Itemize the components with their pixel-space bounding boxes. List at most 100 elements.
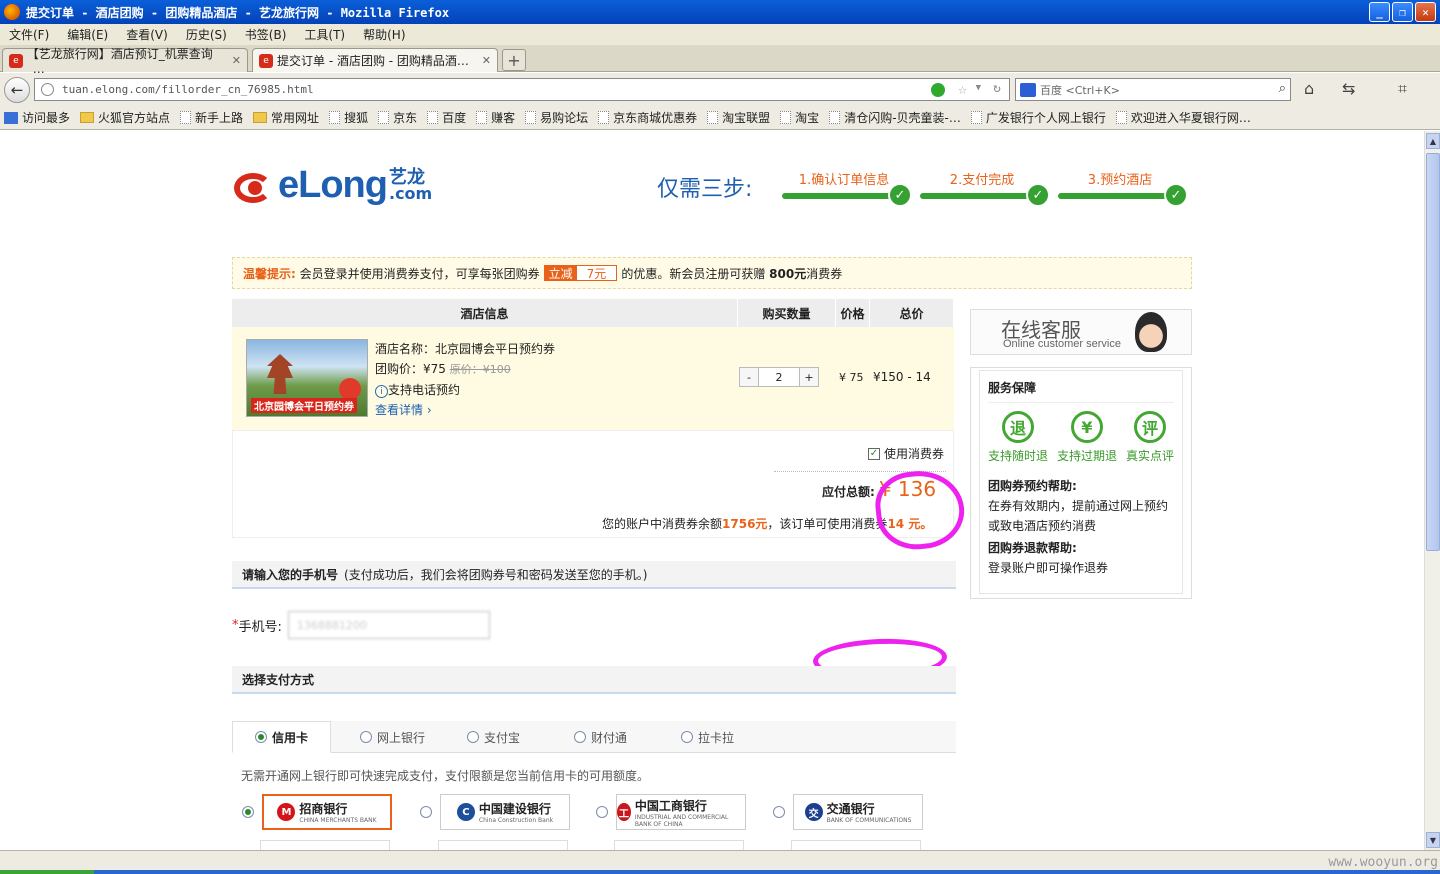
bank-option-ccb[interactable]: C 中国建设银行 China Construction Bank [420, 794, 570, 830]
balance-amount: 1756元 [722, 517, 768, 531]
tab-close-icon[interactable]: ✕ [232, 54, 241, 67]
close-button[interactable]: ✕ [1415, 2, 1436, 22]
checkbox-checked-icon[interactable]: ✓ [868, 447, 880, 460]
radio-icon[interactable] [467, 731, 479, 743]
reload-icon[interactable]: ↻ [993, 81, 1001, 96]
bookmark-item[interactable]: 淘宝 [776, 109, 825, 126]
use-coupon-checkbox[interactable]: ✓ 使用消费券 [868, 445, 944, 462]
crop-icon[interactable]: ⌗ [1398, 79, 1407, 99]
home-icon[interactable]: ⌂ [1304, 79, 1314, 98]
search-icon[interactable]: ⌕ [1279, 81, 1286, 96]
bank-logo-ccb[interactable]: C 中国建设银行 China Construction Bank [440, 794, 570, 830]
qty-plus-button[interactable]: + [799, 367, 819, 387]
tab-alipay[interactable]: 支付宝 [467, 721, 520, 753]
bank-option-bocom[interactable]: 交交通银行 BANK OF COMMUNICATIONS [773, 794, 923, 830]
elong-logo[interactable]: eLong 艺龙 .com [230, 164, 432, 207]
radio-icon[interactable] [360, 731, 372, 743]
bank-option-row2[interactable] [614, 840, 744, 850]
back-button[interactable]: ← [4, 77, 30, 103]
phone-section-note: (支付成功后，我们会将团购券号和密码发送至您的手机。) [344, 567, 648, 582]
scroll-up-icon[interactable]: ▲ [1426, 133, 1440, 149]
ccb-logo-icon: C [456, 803, 475, 821]
bookmark-label: 百度 [442, 111, 467, 125]
bank-option-row2[interactable] [438, 840, 568, 850]
bank-option-icbc[interactable]: 工中国工商银行 INDUSTRIAL AND COMMERCIAL BANK OF… [596, 794, 746, 830]
bookmark-item[interactable]: 访问最多 [0, 109, 76, 126]
tab-label: 拉卡拉 [698, 730, 735, 745]
use-coupon-label: 使用消费券 [884, 447, 945, 461]
vertical-scrollbar[interactable]: ▲ ▼ [1424, 131, 1440, 850]
step-label: 1.确认订单信息 [798, 173, 890, 188]
page-icon [180, 111, 192, 124]
bookmark-item[interactable]: 赚客 [472, 109, 521, 126]
bookmarks-bar: 访问最多 火狐官方站点 新手上路 常用网址 搜狐 京东 百度 赚客 易购论坛 京… [0, 106, 1440, 130]
balance-mid: ，该订单可使用消费券 [767, 517, 888, 531]
menu-file[interactable]: 文件(F) [0, 26, 58, 43]
bookmark-item[interactable]: 搜狐 [325, 109, 374, 126]
bank-logo-bocom[interactable]: 交交通银行 BANK OF COMMUNICATIONS [793, 794, 923, 830]
tab-credit-card[interactable]: 信用卡 [232, 721, 332, 753]
bookmark-item[interactable]: 常用网址 [249, 109, 325, 126]
new-tab-button[interactable]: + [502, 49, 526, 71]
url-text: tuan.elong.com/fillorder_cn_76985.html [62, 83, 314, 96]
bookmark-item[interactable]: 清仓闪购-贝壳童装-… [825, 109, 967, 126]
star-icon[interactable]: ☆ [958, 80, 967, 98]
radio-icon[interactable] [596, 806, 608, 818]
tab-tenpay[interactable]: 财付通 [574, 721, 627, 753]
bookmark-label: 淘宝 [795, 111, 820, 125]
bookmark-item[interactable]: 欢迎进入华夏银行网… [1112, 109, 1257, 126]
bookmark-item[interactable]: 京东商城优惠券 [594, 109, 703, 126]
qty-minus-button[interactable]: - [739, 367, 759, 387]
cmb-logo-icon: M [277, 803, 296, 821]
bank-name: 中国工商银行 [634, 798, 707, 813]
tab-label: 信用卡 [272, 730, 309, 745]
tab-close-icon[interactable]: ✕ [482, 54, 491, 67]
menu-bookmarks[interactable]: 书签(B) [236, 26, 296, 43]
bank-logo-icbc[interactable]: 工中国工商银行 INDUSTRIAL AND COMMERCIAL BANK OF… [616, 794, 746, 830]
menu-edit[interactable]: 编辑(E) [58, 26, 117, 43]
tab-lakala[interactable]: 拉卡拉 [681, 721, 734, 753]
tab-elong-home[interactable]: e 【艺龙旅行网】酒店预订_机票查询_… ✕ [2, 47, 248, 76]
bookmark-item[interactable]: 广发银行个人网上银行 [967, 109, 1112, 126]
voucher-image[interactable]: 北京园博会平日预约券 [246, 339, 368, 417]
radio-icon[interactable] [574, 731, 586, 743]
bank-logo-cmb[interactable]: M 招商银行 CHINA MERCHANTS BANK [262, 794, 392, 830]
scroll-thumb[interactable] [1426, 153, 1440, 551]
tab-online-bank[interactable]: 网上银行 [360, 721, 425, 753]
bank-option-row2[interactable] [791, 840, 921, 850]
bookmark-item[interactable]: 新手上路 [176, 109, 249, 126]
history-icon[interactable]: ⇆ [1342, 79, 1355, 98]
radio-icon[interactable] [420, 806, 432, 818]
bookmark-item[interactable]: 易购论坛 [521, 109, 594, 126]
radio-selected-icon[interactable] [242, 806, 254, 818]
view-details-link[interactable]: 查看详情 [375, 403, 423, 417]
menu-view[interactable]: 查看(V) [117, 26, 177, 43]
phone-input[interactable]: 1368881200 [287, 611, 490, 639]
maximize-button[interactable]: ❐ [1392, 2, 1413, 22]
bookmark-item[interactable]: 火狐官方站点 [76, 109, 176, 126]
bookmark-item[interactable]: 京东 [374, 109, 423, 126]
scroll-down-icon[interactable]: ▼ [1426, 832, 1440, 848]
menu-help[interactable]: 帮助(H) [354, 26, 414, 43]
bookmark-item[interactable]: 淘宝联盟 [703, 109, 776, 126]
bank-option-row2[interactable] [260, 840, 390, 850]
search-input[interactable]: 百度 <Ctrl+K> ⌕ [1015, 78, 1291, 101]
bank-option-cmb[interactable]: M 招商银行 CHINA MERCHANTS BANK [242, 794, 392, 830]
menu-tools[interactable]: 工具(T) [295, 26, 354, 43]
page-content: eLong 艺龙 .com 仅需三步: 1.确认订单信息 ✓ 2.支付完成 ✓ 3.预… [0, 131, 1424, 850]
bookmark-item[interactable]: 百度 [423, 109, 472, 126]
url-bar[interactable]: tuan.elong.com/fillorder_cn_76985.html ☆… [34, 78, 1010, 101]
chevron-down-icon[interactable]: ▼ [976, 83, 981, 93]
qty-input[interactable]: 2 [759, 367, 799, 387]
go-icon[interactable] [931, 83, 945, 97]
online-customer-service[interactable]: 在线客服 Online customer service [970, 309, 1192, 355]
radio-icon[interactable] [773, 806, 785, 818]
tab-label: 提交订单 - 酒店团购 - 团购精品酒… [277, 54, 469, 68]
radio-selected-icon[interactable] [255, 731, 267, 743]
tab-submit-order[interactable]: e 提交订单 - 酒店团购 - 团购精品酒… ✕ [252, 48, 498, 72]
menu-history[interactable]: 历史(S) [177, 26, 236, 43]
minimize-button[interactable]: _ [1369, 2, 1390, 22]
col-total: 总价 [870, 299, 954, 327]
radio-icon[interactable] [681, 731, 693, 743]
bank-name: 招商银行 [299, 802, 348, 816]
